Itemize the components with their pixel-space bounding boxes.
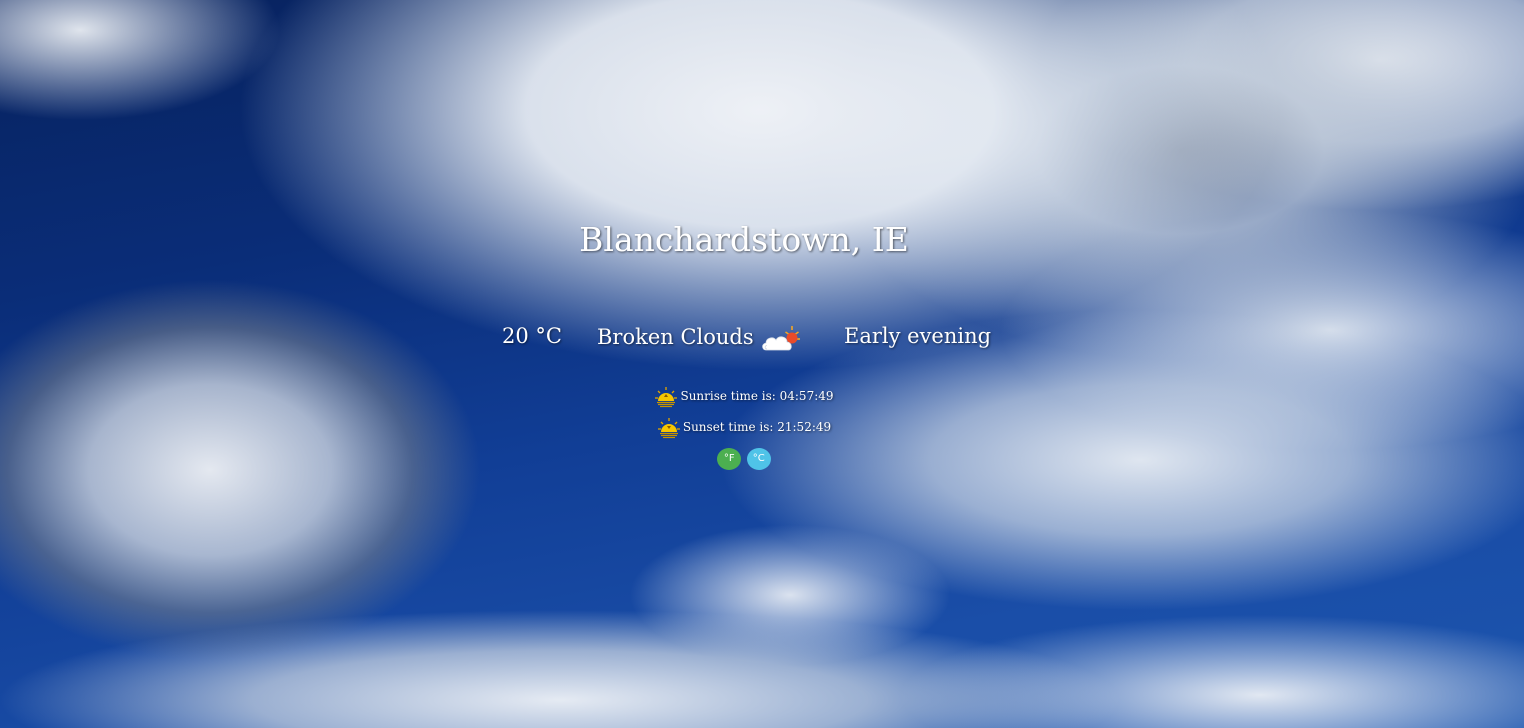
current-conditions-row: 20 °C Broken Clouds Early evening xyxy=(0,320,1488,358)
sunrise-time-text: Sunrise time is: 04:57:49 xyxy=(680,389,834,403)
sunset-icon xyxy=(657,417,681,439)
time-of-day-label: Early evening xyxy=(844,324,992,348)
sunrise-icon xyxy=(654,386,678,408)
weather-description: Broken Clouds xyxy=(597,325,754,349)
fahrenheit-button[interactable]: °F xyxy=(717,448,742,470)
city-heading: Blanchardstown, IE xyxy=(579,220,909,259)
weather-panel: Blanchardstown, IE 20 °C Broken Clouds E… xyxy=(0,0,1524,728)
sunset-time-text: Sunset time is: 21:52:49 xyxy=(682,420,832,434)
celsius-button[interactable]: °C xyxy=(746,448,771,470)
sunrise-row: Sunrise time is: 04:57:49 xyxy=(0,385,1488,408)
unit-toggle-group: °F °C xyxy=(0,448,1488,470)
cloud-sun-icon xyxy=(760,324,802,354)
temperature-value: 20 °C xyxy=(502,324,562,348)
sunset-row: Sunset time is: 21:52:49 xyxy=(0,416,1488,439)
